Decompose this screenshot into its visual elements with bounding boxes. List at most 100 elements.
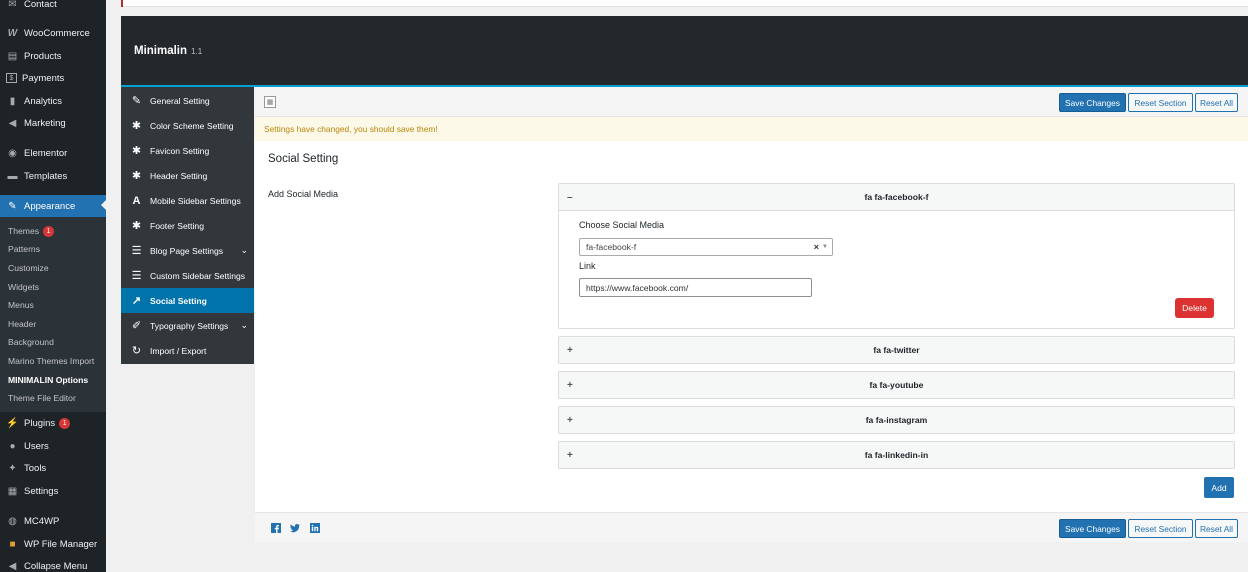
top-action-bar: ▦ Save Changes Reset Section Reset All: [255, 87, 1248, 117]
social-media-select[interactable]: fa-facebook-f × ▼: [579, 238, 833, 256]
social-item-facebook: – fa fa-facebook-f Choose Social Media fa…: [558, 183, 1235, 329]
submenu-marino-import[interactable]: Marino Themes Import: [8, 353, 94, 369]
nav-footer-setting[interactable]: ✱ Footer Setting: [121, 213, 254, 238]
submenu-minimalin-options[interactable]: MINIMALIN Options: [8, 372, 88, 388]
wrench-icon: ✦: [8, 462, 17, 474]
menu-item-products[interactable]: ▤ Products: [0, 46, 106, 66]
linkedin-icon[interactable]: [310, 523, 320, 533]
menu-item-appearance[interactable]: ✎ Appearance: [0, 195, 106, 217]
user-icon: ●: [9, 440, 16, 452]
cog-icon: ✱: [131, 145, 142, 157]
collapse-menu[interactable]: ◀ Collapse Menu: [0, 556, 106, 572]
mc4wp-icon: ◍: [8, 515, 17, 527]
submenu-themes[interactable]: Themes 1: [8, 223, 55, 239]
cog-icon: ✱: [131, 170, 142, 182]
expand-options-icon[interactable]: ▦: [264, 96, 276, 108]
font-icon: A: [132, 194, 141, 207]
notice-marker: [121, 0, 123, 7]
collapse-icon: ◀: [8, 560, 17, 572]
accordion-header[interactable]: + fa fa-twitter: [559, 337, 1234, 363]
submenu-widgets[interactable]: Widgets: [8, 279, 39, 295]
expand-sign-icon: +: [567, 379, 573, 391]
menu-item-wp-file-manager[interactable]: ■ WP File Manager: [0, 534, 106, 554]
menu-item-users[interactable]: ● Users: [0, 436, 106, 456]
nav-social-setting[interactable]: ↗ Social Setting: [121, 288, 254, 313]
clear-icon[interactable]: ×: [814, 242, 819, 252]
chevron-down-icon: ⌄: [240, 320, 248, 330]
expand-sign-icon: +: [567, 449, 573, 461]
menu-item-elementor[interactable]: ◉ Elementor: [0, 143, 106, 163]
submenu-header[interactable]: Header: [8, 316, 36, 332]
delete-button[interactable]: Delete: [1175, 298, 1214, 318]
submenu-menus[interactable]: Menus: [8, 297, 34, 313]
cog-icon: ✱: [131, 120, 142, 132]
social-item-linkedin: + fa fa-linkedin-in: [558, 441, 1235, 469]
admin-sidebar: ✉ Contact W WooCommerce ▤ Products $ Payment…: [0, 0, 106, 572]
reset-all-button-bottom[interactable]: Reset All: [1195, 519, 1238, 538]
submenu-customize[interactable]: Customize: [8, 260, 49, 276]
chart-bar-icon: ▮: [9, 95, 16, 107]
nav-header-setting[interactable]: ✱ Header Setting: [121, 163, 254, 188]
list-icon: ☰: [131, 245, 142, 257]
nav-favicon[interactable]: ✱ Favicon Setting: [121, 138, 254, 163]
menu-item-contact[interactable]: ✉ Contact: [0, 0, 106, 14]
social-item-instagram: + fa fa-instagram: [558, 406, 1235, 434]
nav-mobile-sidebar[interactable]: A Mobile Sidebar Settings: [121, 188, 254, 213]
cog-icon: ✱: [131, 220, 142, 232]
link-label: Link: [579, 261, 596, 271]
menu-item-marketing[interactable]: ◀ Marketing: [0, 113, 106, 133]
menu-item-tools[interactable]: ✦ Tools: [0, 458, 106, 478]
nav-blog-page[interactable]: ☰ Blog Page Settings ⌄: [121, 238, 254, 263]
chevron-down-icon: ⌄: [240, 245, 248, 255]
top-notice-strip: [121, 0, 1248, 7]
add-social-button[interactable]: Add: [1204, 477, 1234, 498]
elementor-icon: ◉: [8, 147, 17, 159]
reset-section-button-bottom[interactable]: Reset Section: [1128, 519, 1193, 538]
social-item-twitter: + fa fa-twitter: [558, 336, 1235, 364]
dollar-icon: $: [6, 73, 17, 83]
nav-general-setting[interactable]: ✎ General Setting: [121, 88, 254, 113]
reset-all-button[interactable]: Reset All: [1195, 93, 1238, 112]
nav-typography[interactable]: ✐ Typography Settings ⌄: [121, 313, 254, 338]
menu-item-mc4wp[interactable]: ◍ MC4WP: [0, 511, 106, 531]
submenu-background[interactable]: Background: [8, 334, 54, 350]
save-changes-button[interactable]: Save Changes: [1059, 93, 1126, 112]
menu-item-settings[interactable]: ▦ Settings: [0, 481, 106, 501]
facebook-icon[interactable]: [271, 523, 281, 533]
refresh-icon: ↻: [131, 345, 142, 357]
menu-item-templates[interactable]: ▬ Templates: [0, 166, 106, 186]
plugins-update-badge: 1: [59, 417, 71, 429]
reset-section-button[interactable]: Reset Section: [1128, 93, 1193, 112]
link-input[interactable]: https://www.facebook.com/: [579, 278, 812, 297]
file-manager-icon: ■: [9, 538, 16, 550]
social-item-youtube: + fa fa-youtube: [558, 371, 1235, 399]
submenu-patterns[interactable]: Patterns: [8, 241, 40, 257]
folder-icon: ▬: [7, 170, 18, 182]
save-changes-button-bottom[interactable]: Save Changes: [1059, 519, 1126, 538]
expand-sign-icon: +: [567, 344, 573, 356]
wrench-icon: ✎: [131, 95, 142, 107]
choose-media-label: Choose Social Media: [579, 220, 665, 230]
version-label: 1.1: [191, 47, 203, 56]
nav-color-scheme[interactable]: ✱ Color Scheme Setting: [121, 113, 254, 138]
options-header: Minimalin 1.1: [121, 16, 1248, 87]
menu-item-analytics[interactable]: ▮ Analytics: [0, 91, 106, 111]
share-icon: ↗: [131, 295, 142, 307]
accordion-header[interactable]: + fa fa-youtube: [559, 372, 1234, 398]
nav-custom-sidebar[interactable]: ☰ Custom Sidebar Settings: [121, 263, 254, 288]
accordion-header[interactable]: + fa fa-instagram: [559, 407, 1234, 433]
mail-icon: ✉: [8, 0, 17, 10]
menu-item-payments[interactable]: $ Payments: [0, 68, 106, 88]
expand-sign-icon: +: [567, 414, 573, 426]
menu-item-plugins[interactable]: ⚡ Plugins 1: [0, 413, 106, 433]
submenu-theme-file-editor[interactable]: Theme File Editor: [8, 390, 76, 406]
update-count-badge: 1: [43, 225, 55, 237]
accordion-header[interactable]: – fa fa-facebook-f: [559, 184, 1234, 210]
accordion-header[interactable]: + fa fa-linkedin-in: [559, 442, 1234, 468]
unsaved-notice: Settings have changed, you should save t…: [255, 117, 1248, 141]
menu-item-woocommerce[interactable]: W WooCommerce: [0, 23, 106, 43]
nav-import-export[interactable]: ↻ Import / Export: [121, 338, 254, 363]
twitter-icon[interactable]: [290, 523, 300, 533]
edit-icon: ✐: [131, 320, 142, 332]
plug-icon: ⚡: [6, 417, 19, 429]
